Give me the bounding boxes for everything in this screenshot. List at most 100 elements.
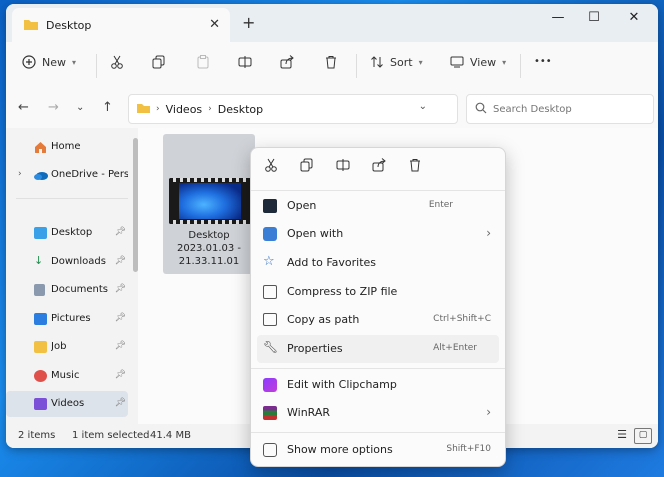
menu-item-copy-as-path[interactable]: Copy as path Ctrl+Shift+C [257,306,499,334]
menu-item-winrar[interactable]: WinRAR › [257,399,499,427]
tiles-view-icon[interactable]: ▢ [634,428,652,444]
toolbar-divider [356,54,357,78]
tab-desktop[interactable]: Desktop ✕ [12,8,230,42]
pin-icon: 📌︎ [114,313,126,323]
home-icon [35,142,46,153]
up-arrow-icon[interactable]: ↑ [102,100,113,115]
search-icon [475,102,487,117]
share-icon [280,55,294,69]
close-window-button[interactable]: ✕ [620,10,648,25]
sidebar-item-job[interactable]: Job 📌︎ [6,334,128,360]
navigation-bar: ← → ⌄ ↑ › Videos › Desktop ⌄ [6,90,658,128]
menu-item-compress-zip[interactable]: Compress to ZIP file [257,278,499,306]
trash-icon [326,56,336,69]
plus-circle-icon [22,55,36,69]
download-icon: ↓ [34,254,44,267]
chevron-down-icon[interactable]: ⌄ [419,101,427,112]
address-bar[interactable]: › Videos › Desktop ⌄ [128,94,458,124]
menu-divider [251,190,505,191]
delete-action[interactable] [405,158,425,178]
share-button[interactable] [280,55,294,69]
new-tab-button[interactable]: + [242,13,255,32]
rename-icon [238,56,252,68]
file-item-desktop-video[interactable]: Desktop 2023.01.03 - 21.33.11.01 [163,134,255,274]
title-bar: Desktop ✕ + — ☐ ✕ [6,4,658,42]
cut-action[interactable] [261,158,281,178]
path-icon [263,313,277,326]
view-button[interactable]: View ▾ [450,55,506,69]
back-arrow-icon[interactable]: ← [18,100,29,115]
sidebar-item-downloads[interactable]: ↓ Downloads 📌︎ [6,249,128,275]
breadcrumb-videos[interactable]: Videos [166,103,203,116]
menu-item-add-to-favorites[interactable]: ☆ Add to Favorites [257,249,499,277]
recent-locations-chevron-icon[interactable]: ⌄ [76,102,84,113]
minimize-button[interactable]: — [544,10,572,25]
sidebar-item-label: OneDrive - Persona [51,169,128,180]
cut-button[interactable] [110,55,124,69]
share-action[interactable] [369,158,389,178]
breadcrumb-separator-icon: › [156,104,160,114]
rename-icon [336,159,350,171]
search-input[interactable] [491,99,645,119]
delete-button[interactable] [324,55,338,69]
new-button[interactable]: New ▾ [22,55,76,69]
details-view-icon[interactable]: ☰ [614,428,630,442]
forward-arrow-icon[interactable]: → [48,100,59,115]
music-icon [34,370,47,382]
chevron-down-icon: ▾ [72,57,77,67]
copy-button[interactable] [152,55,166,69]
chevron-right-icon: › [486,226,491,240]
pin-icon: 📌︎ [114,370,126,380]
rename-button[interactable] [238,55,252,69]
breadcrumb-separator-icon: › [208,104,212,114]
monitor-icon [450,56,464,68]
chevron-right-icon[interactable]: › [18,169,22,179]
sidebar-item-home[interactable]: Home [6,134,128,160]
pin-icon: 📌︎ [114,341,126,351]
selection-size: 41.4 MB [150,430,191,441]
command-bar: New ▾ Sort ▾ View ▾ ••• [6,42,658,91]
sidebar-item-videos[interactable]: Videos 📌︎ [6,391,128,417]
context-menu: Open Enter Open with › ☆ Add to Favorite… [250,147,506,467]
menu-item-open[interactable]: Open Enter [257,192,499,220]
scissors-icon [111,55,123,69]
tab-title: Desktop [46,18,92,32]
sort-label: Sort [390,55,413,69]
context-quick-actions [251,148,505,188]
menu-item-show-more-options[interactable]: Show more options Shift+F10 [257,436,499,464]
menu-item-open-with[interactable]: Open with › [257,220,499,248]
sidebar-item-pictures[interactable]: Pictures 📌︎ [6,306,128,332]
share-icon [372,158,386,172]
item-count: 2 items [18,430,56,441]
sort-button[interactable]: Sort ▾ [370,55,423,69]
maximize-button[interactable]: ☐ [580,10,608,25]
zip-icon [263,285,277,299]
sidebar-item-desktop[interactable]: Desktop 📌︎ [6,220,128,246]
folder-icon [24,18,38,33]
menu-item-properties[interactable]: 🔧︎ Properties Alt+Enter [257,335,499,363]
paste-button[interactable] [196,55,210,69]
sidebar-item-onedrive[interactable]: › OneDrive - Persona [6,162,128,188]
pin-icon: 📌︎ [114,227,126,237]
more-options-icon [263,443,277,457]
see-more-button[interactable]: ••• [534,56,552,67]
breadcrumb-desktop[interactable]: Desktop [218,103,263,116]
rename-action[interactable] [333,158,353,178]
pin-icon: 📌︎ [114,398,126,408]
windows-bloom-image [179,183,241,219]
sidebar-divider [16,198,128,199]
view-label: View [470,55,497,69]
close-tab-icon[interactable]: ✕ [209,17,220,32]
search-box[interactable] [466,94,654,124]
scissors-icon [265,158,277,172]
copy-icon [152,55,165,69]
toolbar-divider [96,54,97,78]
cloud-icon [34,172,48,180]
folder-icon [137,102,150,116]
media-player-icon [263,199,277,213]
file-name: Desktop 2023.01.03 - 21.33.11.01 [176,230,242,267]
menu-item-edit-with-clipchamp[interactable]: Edit with Clipchamp [257,371,499,399]
sidebar-item-documents[interactable]: Documents 📌︎ [6,277,128,303]
copy-action[interactable] [297,158,317,178]
sidebar-item-music[interactable]: Music 📌︎ [6,363,128,389]
